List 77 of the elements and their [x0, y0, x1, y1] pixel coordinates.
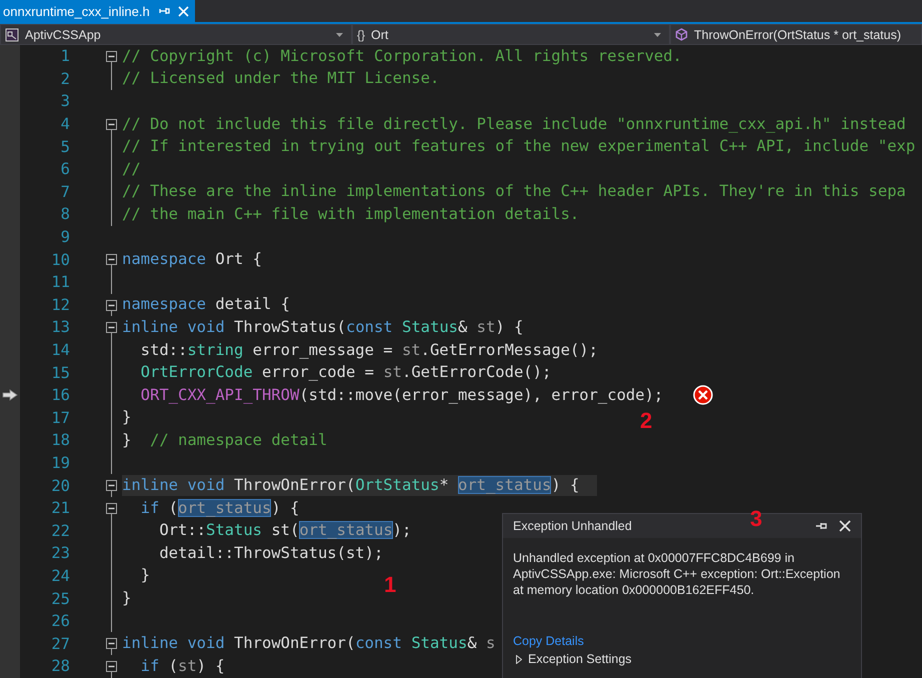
annotation-number: 2 [640, 408, 652, 434]
code-line: } // namespace detail [122, 430, 328, 451]
line-number: 11 [50, 273, 70, 292]
caret-icon [336, 32, 343, 36]
code-line: detail::ThrowStatus(st); [158, 542, 384, 564]
file-tab[interactable]: onnxruntime_cxx_inline.h [0, 0, 195, 22]
pin-icon[interactable] [158, 5, 170, 17]
collapse-icon[interactable] [106, 254, 117, 266]
line-number: 18 [50, 431, 70, 450]
line-number: 27 [50, 634, 70, 653]
code-line: // If interested in trying out features of the new experimental C++ API, include "exp [122, 136, 916, 158]
line-number: 23 [50, 544, 70, 562]
line-number: 26 [50, 612, 70, 630]
project-dropdown[interactable]: AptivCSSApp [0, 24, 352, 45]
line-number: 17 [50, 408, 70, 427]
line-number: 13 [50, 318, 70, 336]
member-dropdown[interactable]: ThrowOnError(OrtStatus * ort_status) [670, 24, 922, 45]
collapse-icon[interactable] [106, 322, 117, 334]
collapse-icon[interactable] [106, 480, 117, 492]
collapse-icon[interactable] [106, 502, 117, 514]
caret-icon [654, 32, 661, 36]
code-line: if (st) { [140, 656, 225, 677]
annotation-number: 1 [384, 572, 396, 598]
close-icon[interactable] [839, 520, 851, 532]
line-number: 19 [50, 454, 70, 472]
line-number: 14 [50, 341, 70, 360]
line-number: 8 [60, 205, 70, 224]
line-number: 12 [50, 296, 70, 314]
code-line: if (ort_status) { [140, 498, 300, 519]
code-line: ORT_CXX_API_THROW(std::move(error_message), error_code); [140, 384, 664, 406]
code-line: inline void ThrowStatus(const Status& st) { [122, 316, 524, 338]
line-number: 6 [60, 160, 70, 178]
code-line: } [122, 588, 132, 610]
code-line: // Copyright (c) Microsoft Corporation. All rights reserved. [122, 46, 682, 67]
code-line: // Do not include this file directly. Please include "onnxruntime_cxx_api.h" instead [122, 114, 906, 135]
pin-icon[interactable] [815, 521, 829, 531]
code-line: std::string error_message = st.GetErrorMessage(); [140, 340, 598, 361]
line-number: 10 [50, 250, 70, 269]
collapse-icon[interactable] [106, 300, 117, 311]
line-number: 25 [50, 590, 70, 608]
code-line: // the main C++ file with implementation details. [122, 204, 580, 225]
line-number: 15 [50, 364, 70, 382]
line-number: 28 [50, 657, 70, 676]
line-number: 4 [60, 115, 70, 134]
cube-icon [675, 28, 688, 41]
line-number: 21 [50, 499, 70, 518]
line-number: 2 [60, 70, 70, 88]
code-line: namespace detail { [122, 294, 290, 316]
exception-settings-toggle[interactable]: Exception Settings [513, 652, 851, 666]
code-line: Ort::Status st(ort_status); [158, 520, 412, 542]
collapse-icon[interactable] [106, 638, 117, 650]
code-line: } [122, 407, 132, 428]
code-line: inline void ThrowOnError(const Status& s [122, 633, 496, 654]
collapse-icon[interactable] [106, 51, 117, 62]
exception-message: Unhandled exception at 0x00007FFC8DC4B699 in AptivCSSApp.exe: Microsoft C++ exception: Ort::Exception at memory location 0x000000B162EFF450. [513, 550, 842, 599]
code-line: // These are the inline implementations of the C++ header APIs. They're in this sepa [122, 181, 906, 202]
code-line: // [122, 158, 141, 180]
code-line: // Licensed under the MIT License. [122, 68, 440, 90]
project-icon [5, 28, 19, 42]
line-number: 22 [50, 522, 70, 540]
code-line: namespace Ort { [122, 249, 262, 270]
collapse-icon[interactable] [106, 661, 117, 672]
copy-details-link[interactable]: Copy Details [513, 634, 584, 648]
line-number: 24 [50, 566, 70, 585]
collapse-icon[interactable] [106, 118, 117, 130]
popup-title: Exception Unhandled [513, 519, 632, 533]
line-number: 9 [60, 228, 70, 246]
code-line: } [140, 565, 150, 586]
line-number: 20 [50, 476, 70, 495]
scope-dropdown[interactable]: {} Ort [352, 24, 670, 45]
annotation-number: 3 [750, 506, 762, 532]
line-number: 1 [60, 47, 70, 66]
code-line: OrtErrorCode error_code = st.GetErrorCode(); [140, 362, 552, 384]
line-number: 7 [60, 182, 70, 201]
line-number: 16 [50, 386, 70, 404]
line-number: 5 [60, 138, 70, 156]
line-number: 3 [60, 92, 70, 110]
